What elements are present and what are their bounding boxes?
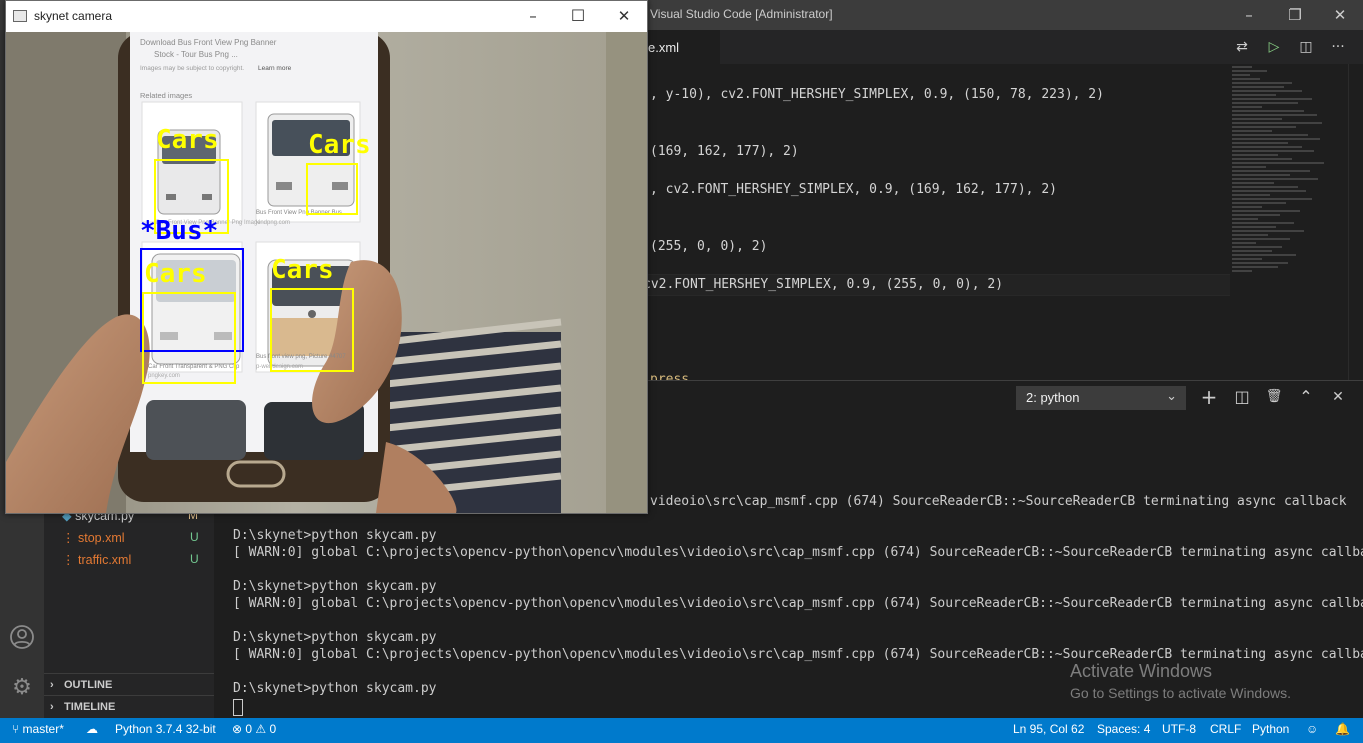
xml-file-icon: ⋮ bbox=[62, 553, 75, 567]
gear-icon[interactable]: ⚙ bbox=[6, 672, 38, 704]
error-count: 0 bbox=[245, 722, 253, 736]
split-editor-icon[interactable]: ◫ bbox=[1295, 37, 1317, 57]
chevron-down-icon: ⌄ bbox=[1166, 388, 1177, 403]
car-detection-label: Cars bbox=[144, 259, 207, 289]
code-line: (169, 162, 177), 2) bbox=[650, 144, 799, 159]
car-detection-box bbox=[306, 163, 358, 215]
outline-section[interactable]: › OUTLINE bbox=[44, 673, 214, 696]
end-of-line[interactable]: CRLF bbox=[1210, 722, 1241, 736]
maximize-panel-icon[interactable]: ⌃ bbox=[1294, 386, 1318, 408]
section-title: OUTLINE bbox=[64, 679, 113, 691]
terminal-line: D:\skynet>python skycam.py bbox=[233, 681, 437, 696]
bell-icon[interactable]: 🔔 bbox=[1335, 722, 1350, 736]
phone-page-text: Related images bbox=[140, 91, 192, 100]
feedback-icon[interactable]: ☺ bbox=[1306, 722, 1318, 736]
camera-close-button[interactable]: ✕ bbox=[601, 1, 647, 31]
car-detection-label: Cars bbox=[156, 125, 219, 155]
code-line: , y-10), cv2.FONT_HERSHEY_SIMPLEX, 0.9, … bbox=[650, 87, 1104, 102]
code-line: press bbox=[650, 372, 690, 380]
python-interpreter[interactable]: Python 3.7.4 32-bit bbox=[115, 722, 216, 736]
terminal-cursor bbox=[233, 699, 243, 716]
camera-window[interactable]: skynet camera – ☐ ✕ Download Bus Front V… bbox=[5, 0, 648, 514]
indentation[interactable]: Spaces: 4 bbox=[1097, 722, 1150, 736]
file-status: U bbox=[190, 530, 199, 544]
phone-page-link: Learn more bbox=[258, 65, 292, 72]
terminal-line: [ WARN:0] global C:\projects\opencv-pyth… bbox=[233, 545, 1363, 560]
terminal-line: D:\skynet>python skycam.py bbox=[233, 579, 437, 594]
encoding[interactable]: UTF-8 bbox=[1162, 722, 1196, 736]
vscode-close-button[interactable]: ✕ bbox=[1317, 0, 1363, 30]
code-line: (255, 0, 0), 2) bbox=[650, 239, 768, 254]
file-name: traffic.xml bbox=[77, 553, 132, 567]
close-panel-icon[interactable]: ✕ bbox=[1326, 386, 1350, 408]
phone-page-text: Download Bus Front View Png Banner bbox=[140, 38, 277, 47]
phone-caption: kindpng.com bbox=[256, 220, 290, 226]
camera-maximize-button[interactable]: ☐ bbox=[555, 1, 601, 31]
run-python-icon[interactable]: ▷ bbox=[1263, 37, 1285, 57]
file-name: stop.xml bbox=[77, 531, 125, 545]
activate-windows-subtitle: Go to Settings to activate Windows. bbox=[1070, 685, 1291, 701]
tab-active-label: e.xml bbox=[648, 40, 680, 55]
split-terminal-icon[interactable]: ◫ bbox=[1230, 386, 1254, 408]
editor-scrollbar[interactable] bbox=[1348, 64, 1363, 380]
terminal-line: videoio\src\cap_msmf.cpp (674) SourceRea… bbox=[650, 494, 1347, 509]
terminal-selector-value: 2: python bbox=[1026, 390, 1080, 405]
branch-status[interactable]: ⑂ master* bbox=[12, 722, 64, 736]
car-detection-label: Cars bbox=[308, 130, 371, 160]
file-item-stop[interactable]: ⋮ stop.xml U bbox=[62, 530, 212, 545]
terminal-selector[interactable]: 2: python ⌄ bbox=[1016, 386, 1186, 410]
open-changes-icon[interactable]: ⇄ bbox=[1231, 37, 1253, 57]
file-status: U bbox=[190, 552, 199, 566]
phone-page-text: Images may be subject to copyright. bbox=[140, 65, 244, 72]
terminal-line: D:\skynet>python skycam.py bbox=[233, 630, 437, 645]
new-terminal-icon[interactable]: + bbox=[1197, 386, 1221, 408]
terminal-line: [ WARN:0] global C:\projects\opencv-pyth… bbox=[233, 596, 1363, 611]
cursor-position[interactable]: Ln 95, Col 62 bbox=[1013, 722, 1084, 736]
account-icon[interactable] bbox=[6, 621, 38, 653]
warning-count: 0 bbox=[269, 722, 277, 736]
camera-minimize-button[interactable]: – bbox=[510, 1, 556, 31]
problems-status[interactable]: ⊗ 0 ⚠ 0 bbox=[232, 722, 276, 736]
status-bar: ⑂ master* ☁ Python 3.7.4 32-bit ⊗ 0 ⚠ 0 … bbox=[0, 718, 1363, 743]
file-item-traffic[interactable]: ⋮ traffic.xml U bbox=[62, 552, 212, 567]
kill-terminal-icon[interactable]: 🗑 bbox=[1262, 386, 1286, 408]
vscode-restore-button[interactable]: ❐ bbox=[1272, 0, 1318, 30]
terminal-line: D:\skynet>python skycam.py bbox=[233, 528, 437, 543]
code-line: cv2.FONT_HERSHEY_SIMPLEX, 0.9, (255, 0, … bbox=[643, 277, 1004, 292]
timeline-section[interactable]: › TIMELINE bbox=[44, 695, 214, 718]
language-mode[interactable]: Python bbox=[1252, 722, 1289, 736]
bus-detection-label: *Bus* bbox=[140, 216, 219, 246]
more-actions-icon[interactable]: ··· bbox=[1327, 37, 1349, 57]
xml-file-icon: ⋮ bbox=[62, 531, 75, 545]
vscode-window-title: Visual Studio Code [Administrator] bbox=[650, 7, 833, 21]
vscode-minimize-button[interactable]: – bbox=[1226, 0, 1272, 30]
phone-page-text: Stock - Tour Bus Png ... bbox=[154, 50, 238, 59]
camera-feed: Download Bus Front View Png Banner Stock… bbox=[6, 32, 647, 513]
car-detection-box bbox=[270, 288, 354, 372]
chevron-right-icon: › bbox=[50, 679, 54, 691]
car-detection-box bbox=[142, 292, 236, 384]
window-app-icon bbox=[13, 10, 27, 22]
activate-windows-title: Activate Windows bbox=[1070, 661, 1213, 681]
chevron-right-icon: › bbox=[50, 701, 54, 713]
sync-icon[interactable]: ☁ bbox=[86, 722, 98, 736]
minimap[interactable] bbox=[1232, 64, 1348, 384]
car-detection-label: Cars bbox=[271, 255, 334, 285]
branch-name: master* bbox=[22, 722, 64, 736]
section-title: TIMELINE bbox=[64, 701, 116, 713]
camera-window-title: skynet camera bbox=[34, 9, 113, 23]
code-line: , cv2.FONT_HERSHEY_SIMPLEX, 0.9, (169, 1… bbox=[650, 182, 1057, 197]
